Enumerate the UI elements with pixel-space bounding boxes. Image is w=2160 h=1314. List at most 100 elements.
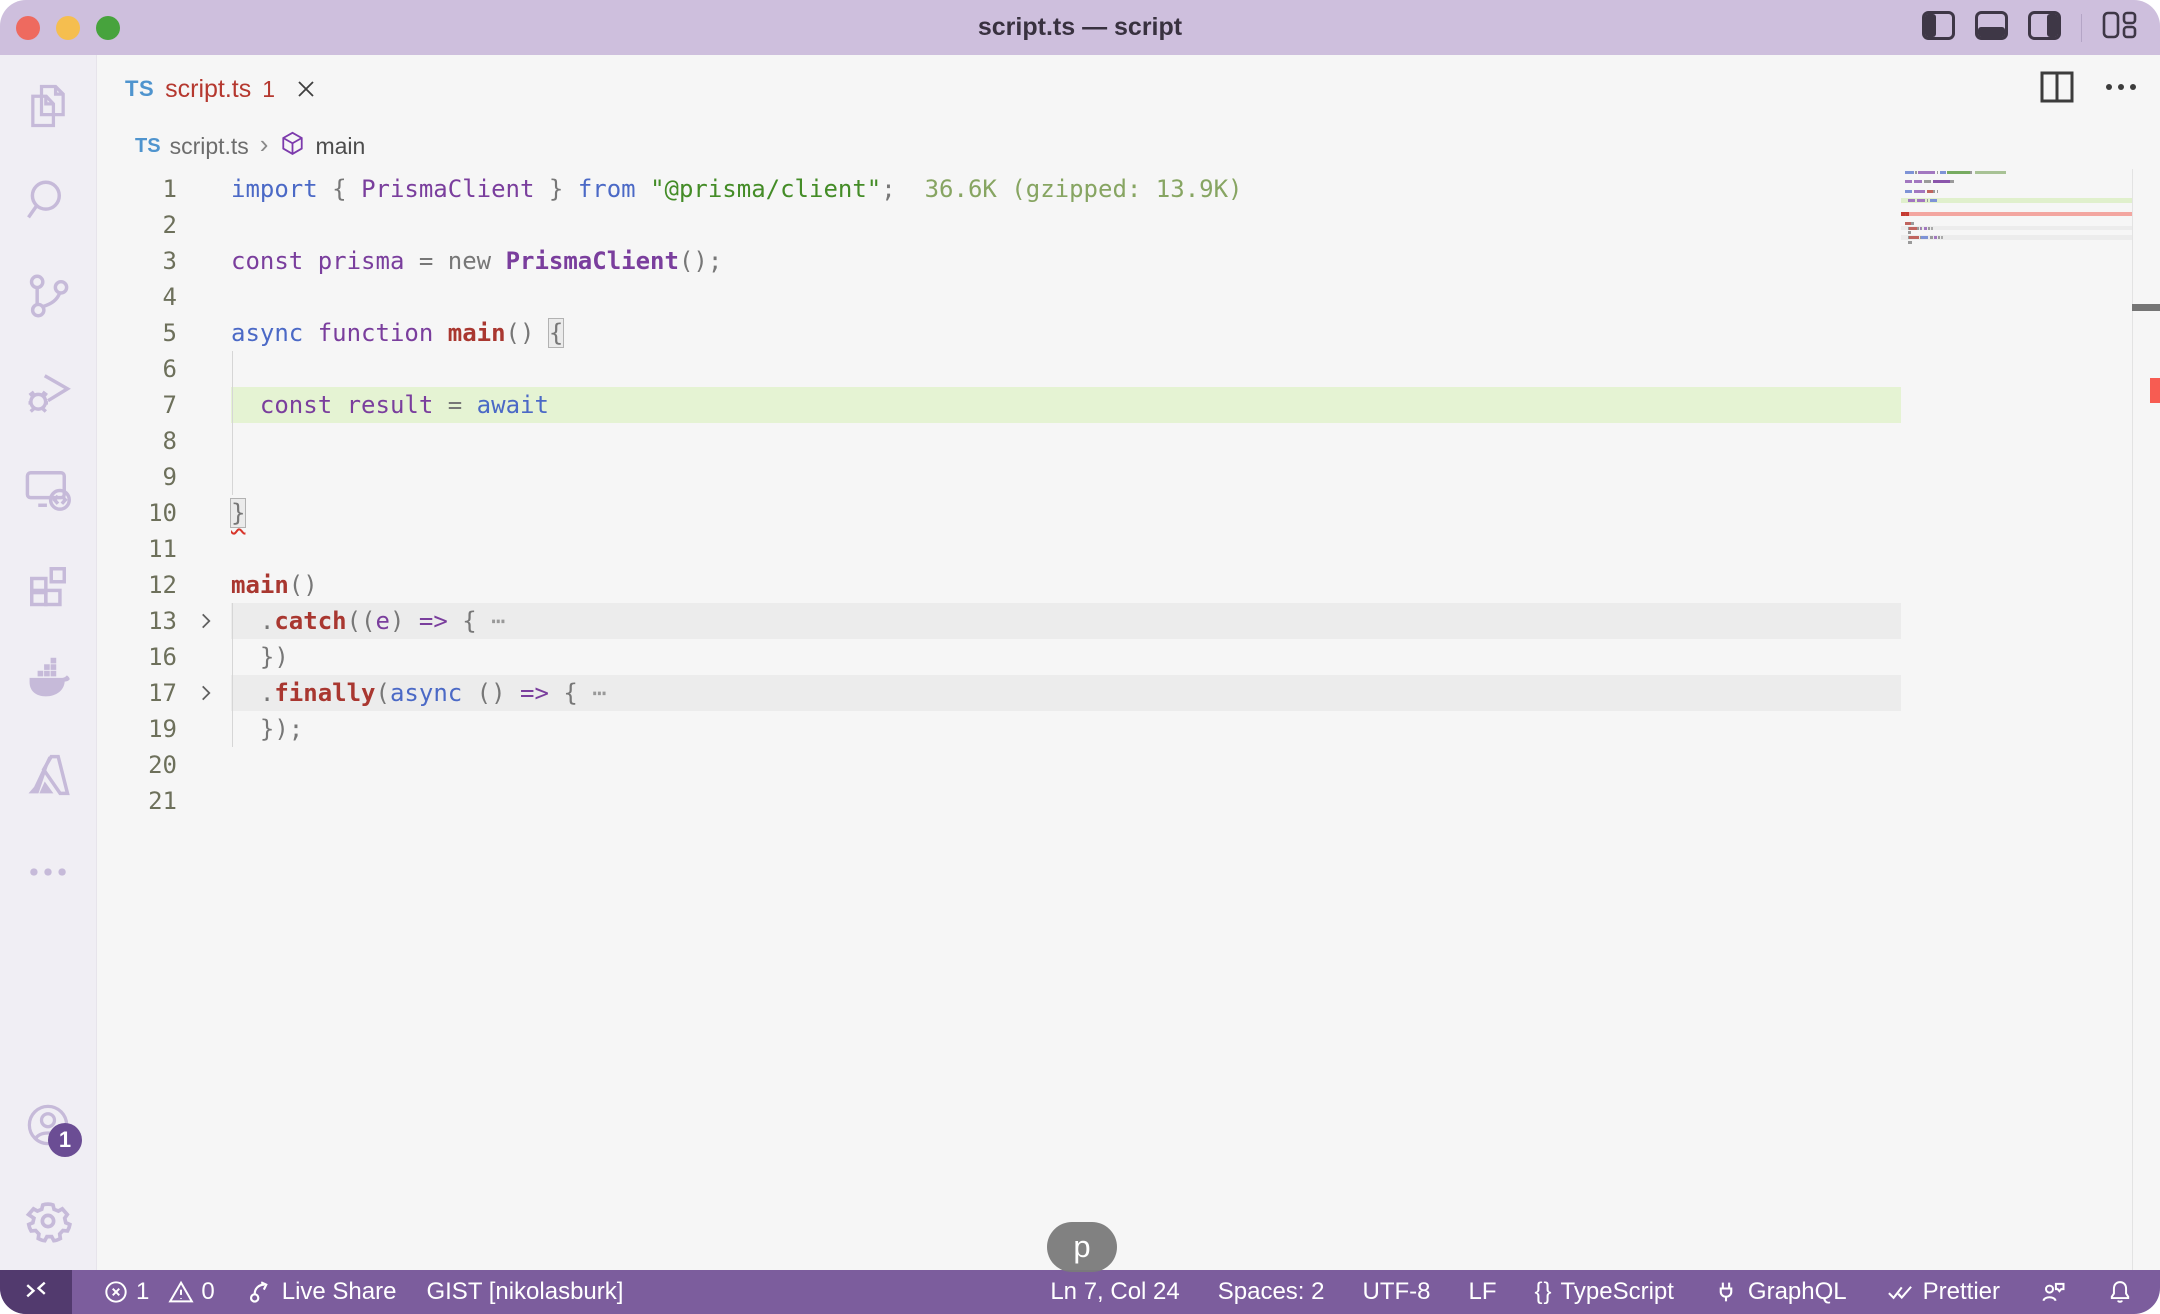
warning-count: 0 (201, 1278, 214, 1306)
search-icon[interactable] (22, 174, 74, 226)
code-line[interactable]: 12main() (97, 567, 2160, 603)
encoding-status[interactable]: UTF-8 (1362, 1278, 1430, 1306)
line-number[interactable]: 17 (97, 675, 177, 711)
cursor-position-status[interactable]: Ln 7, Col 24 (1050, 1278, 1179, 1306)
problems-status[interactable]: 1 0 (102, 1278, 215, 1306)
line-number[interactable]: 21 (97, 783, 177, 819)
accounts-icon[interactable]: 1 (22, 1099, 74, 1151)
code-line[interactable]: 11 (97, 531, 2160, 567)
live-share-icon (245, 1278, 274, 1307)
fold-chevron-icon[interactable] (195, 610, 217, 632)
line-number[interactable]: 1 (97, 171, 177, 207)
line-number[interactable]: 19 (97, 711, 177, 747)
tab-script-ts[interactable]: TS script.ts 1 (97, 55, 338, 123)
line-number[interactable]: 8 (97, 423, 177, 459)
code-line[interactable]: 9 (97, 459, 2160, 495)
code-line[interactable]: 20 (97, 747, 2160, 783)
code-line[interactable]: 8 (97, 423, 2160, 459)
docker-icon[interactable] (22, 653, 74, 705)
toggle-secondary-sidebar-icon[interactable] (2028, 11, 2061, 45)
explorer-icon[interactable] (22, 80, 74, 132)
live-share-label: Live Share (282, 1278, 397, 1306)
toggle-primary-sidebar-icon[interactable] (1922, 11, 1955, 45)
line-number[interactable]: 4 (97, 279, 177, 315)
error-count: 1 (136, 1278, 149, 1306)
window-controls (16, 0, 120, 55)
symbol-cube-icon (279, 130, 306, 163)
editor-group: TS script.ts 1 TS script.ts › main 1impo… (97, 55, 2160, 1270)
feedback-status[interactable] (2038, 1278, 2068, 1306)
line-number[interactable]: 13 (97, 603, 177, 639)
breadcrumb-symbol[interactable]: main (315, 133, 365, 160)
overview-error-marker (2150, 378, 2160, 403)
line-number[interactable]: 11 (97, 531, 177, 567)
extensions-icon[interactable] (22, 559, 74, 611)
vscode-window: script.ts — script 1 (0, 0, 2160, 1314)
split-editor-icon[interactable] (2040, 71, 2074, 108)
minimap[interactable] (1901, 169, 2132, 1270)
customize-layout-icon[interactable] (2102, 10, 2138, 45)
code-line[interactable]: 7 const result = await (97, 387, 2160, 423)
code-line[interactable]: 16 }) (97, 639, 2160, 675)
breadcrumb: TS script.ts › main (97, 123, 2160, 169)
remote-explorer-icon[interactable] (22, 463, 74, 515)
more-actions-icon[interactable] (2104, 80, 2138, 98)
close-tab-icon[interactable] (294, 77, 318, 101)
code-line[interactable]: 6 (97, 351, 2160, 387)
overview-cursor-marker (2132, 304, 2160, 311)
fold-chevron-icon[interactable] (195, 682, 217, 704)
more-views-icon[interactable] (22, 846, 74, 898)
line-number[interactable]: 9 (97, 459, 177, 495)
code-line[interactable]: 4 (97, 279, 2160, 315)
language-status[interactable]: {} TypeScript (1535, 1278, 1674, 1306)
remote-indicator[interactable] (0, 1270, 72, 1314)
line-number[interactable]: 3 (97, 243, 177, 279)
graphql-status[interactable]: GraphQL (1712, 1278, 1847, 1306)
line-number[interactable]: 7 (97, 387, 177, 423)
prettier-status[interactable]: Prettier (1885, 1278, 2000, 1306)
gist-label: GIST [nikolasburk] (426, 1278, 623, 1306)
line-number[interactable]: 6 (97, 351, 177, 387)
code-line[interactable]: 2 (97, 207, 2160, 243)
overview-ruler (2132, 169, 2133, 1270)
window-title: script.ts — script (978, 13, 1182, 42)
run-and-debug-icon[interactable] (22, 366, 74, 418)
code-line[interactable]: 17 .finally(async () => { ⋯ (97, 675, 2160, 711)
warning-icon (167, 1278, 195, 1306)
line-number[interactable]: 10 (97, 495, 177, 531)
notifications-status[interactable] (2106, 1278, 2134, 1306)
chevron-right-icon: › (260, 131, 269, 157)
code-line[interactable]: 1import { PrismaClient } from "@prisma/c… (97, 171, 2160, 207)
code-line[interactable]: 5async function main() { (97, 315, 2160, 351)
eol-status[interactable]: LF (1468, 1278, 1496, 1306)
source-control-icon[interactable] (22, 270, 74, 322)
line-number[interactable]: 5 (97, 315, 177, 351)
azure-icon[interactable] (22, 749, 74, 801)
live-share-status[interactable]: Live Share (245, 1278, 397, 1307)
code-line[interactable]: 19 }); (97, 711, 2160, 747)
zoom-window-button[interactable] (96, 16, 120, 40)
tab-bar: TS script.ts 1 (97, 55, 2160, 123)
line-number[interactable]: 12 (97, 567, 177, 603)
typescript-file-icon: TS (135, 135, 161, 158)
close-window-button[interactable] (16, 16, 40, 40)
code-line[interactable]: 3const prisma = new PrismaClient(); (97, 243, 2160, 279)
toggle-panel-icon[interactable] (1975, 11, 2008, 45)
title-bar: script.ts — script (0, 0, 2160, 55)
code-line[interactable]: 21 (97, 783, 2160, 819)
code-line[interactable]: 13 .catch((e) => { ⋯ (97, 603, 2160, 639)
code-lines: 1import { PrismaClient } from "@prisma/c… (97, 171, 2160, 819)
breadcrumb-file[interactable]: script.ts (170, 133, 249, 160)
error-icon (102, 1278, 130, 1306)
line-number[interactable]: 2 (97, 207, 177, 243)
line-number[interactable]: 20 (97, 747, 177, 783)
gist-status[interactable]: GIST [nikolasburk] (426, 1278, 623, 1306)
settings-gear-icon[interactable] (22, 1195, 74, 1247)
feedback-person-icon (2038, 1278, 2068, 1306)
double-check-icon (1885, 1278, 1915, 1306)
code-editor[interactable]: 1import { PrismaClient } from "@prisma/c… (97, 169, 2160, 1270)
minimize-window-button[interactable] (56, 16, 80, 40)
code-line[interactable]: 10} (97, 495, 2160, 531)
indentation-status[interactable]: Spaces: 2 (1218, 1278, 1325, 1306)
line-number[interactable]: 16 (97, 639, 177, 675)
